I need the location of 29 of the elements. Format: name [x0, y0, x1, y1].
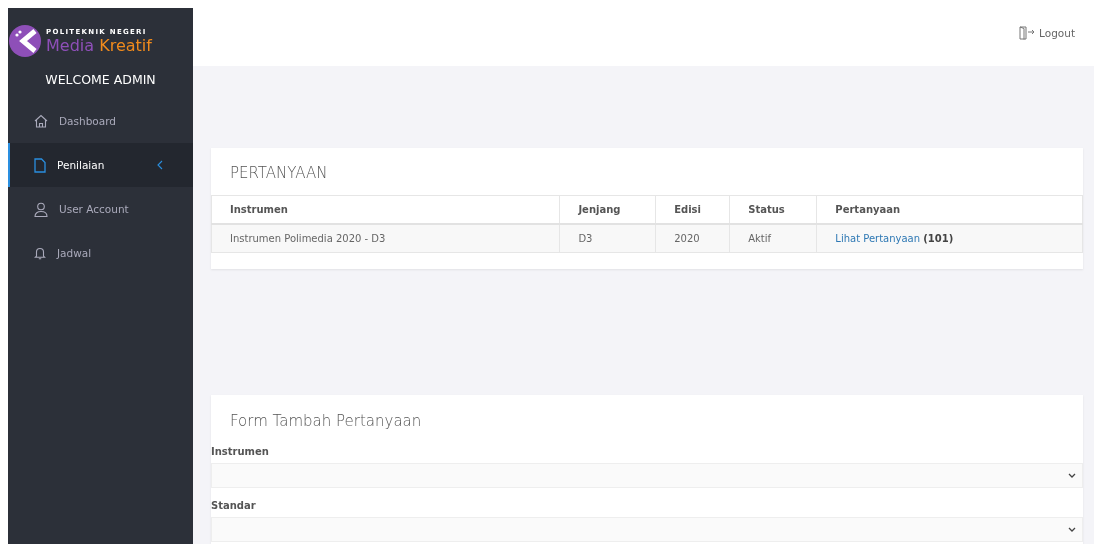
- logo-icon: [8, 24, 42, 58]
- card-title: PERTANYAAN: [229, 163, 329, 184]
- logout-icon: [1019, 26, 1036, 40]
- chevron-down-icon: [1068, 527, 1076, 532]
- bell-icon: [34, 246, 46, 260]
- field-label: Standar: [211, 500, 257, 513]
- logo-text: Kreatif: [99, 35, 152, 55]
- table-cell: Instrumen Polimedia 2020 - D3: [211, 224, 560, 253]
- sidebar-item[interactable]: Dashboard: [8, 99, 193, 143]
- home-icon: [34, 114, 48, 128]
- chevron-left-icon: [157, 160, 163, 170]
- user-icon: [34, 201, 48, 217]
- select-field[interactable]: [211, 517, 1083, 542]
- file-icon: [34, 157, 46, 173]
- logout-link[interactable]: Logout: [1019, 26, 1075, 40]
- sidebar-item[interactable]: User Account: [8, 187, 193, 231]
- chevron-down-icon: [1068, 473, 1076, 478]
- table-cell: Aktif: [729, 224, 817, 253]
- table-cell: D3: [559, 224, 656, 253]
- sidebar-item[interactable]: Jadwal: [8, 231, 193, 275]
- question-count: (101): [923, 233, 954, 244]
- card-title: Form Tambah Pertanyaan: [229, 411, 423, 432]
- table-cell: 2020: [655, 224, 730, 253]
- welcome-text: WELCOME ADMIN: [44, 72, 157, 87]
- select-field[interactable]: [211, 463, 1083, 488]
- view-questions-link[interactable]: Lihat Pertanyaan: [835, 233, 921, 244]
- sidebar-item[interactable]: Penilaian: [8, 143, 193, 187]
- logo-text: Media: [46, 35, 95, 55]
- field-label: Instrumen: [211, 446, 270, 459]
